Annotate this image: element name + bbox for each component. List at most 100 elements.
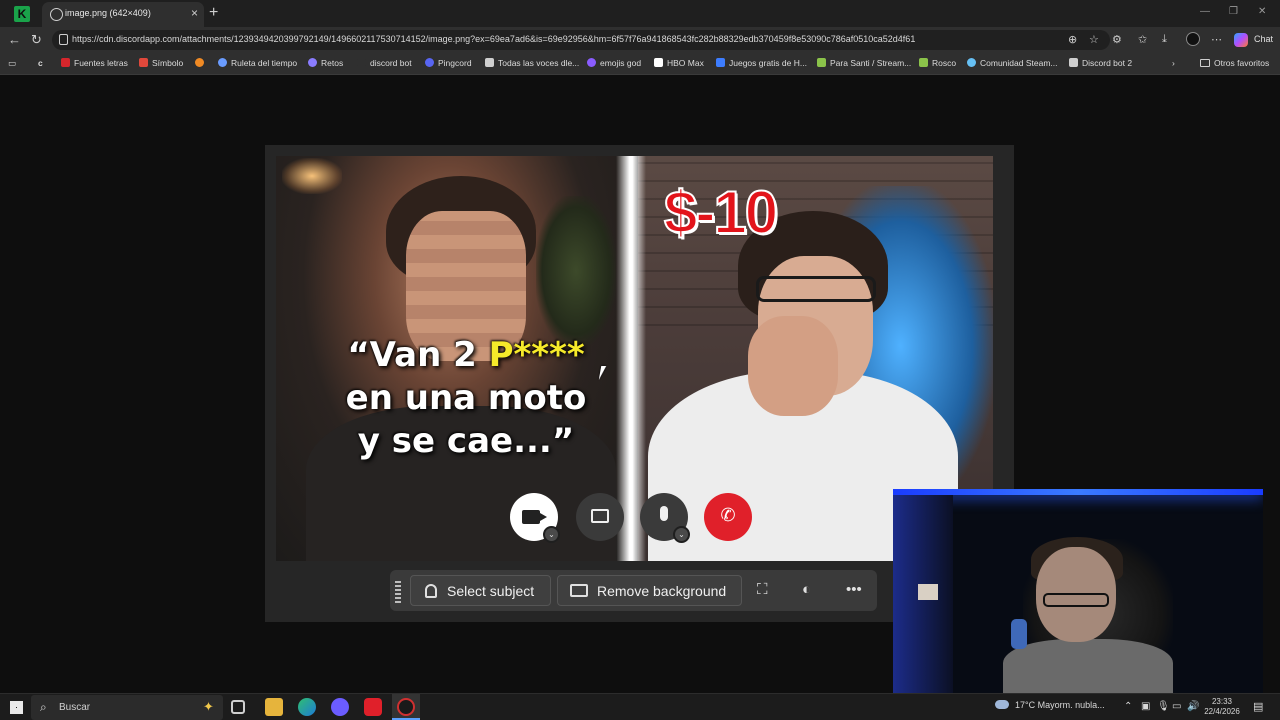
search-placeholder: Buscar xyxy=(59,702,91,713)
bookmark-item[interactable]: Rosco xyxy=(919,58,956,70)
clock-date: 22/4/2026 xyxy=(1204,707,1240,716)
bookmark-item[interactable]: Ruleta del tiempo xyxy=(218,58,297,70)
bookmark-item[interactable]: Pingcord xyxy=(425,58,472,70)
browser-app-icon[interactable]: K xyxy=(14,6,30,22)
bookmark-favicon xyxy=(308,58,317,67)
plant xyxy=(536,196,616,346)
tray-app-icon[interactable]: ▣ xyxy=(1141,701,1150,712)
file-explorer-icon[interactable] xyxy=(265,698,283,716)
remove-background-label: Remove background xyxy=(597,583,727,599)
more-options-button[interactable]: ••• xyxy=(846,581,862,598)
visual-search-icon[interactable]: ⛶ xyxy=(757,581,768,598)
bookmark-favicon xyxy=(139,58,148,67)
bookmark-favicon xyxy=(1069,58,1078,67)
browser-tab[interactable]: image.png (642×409) × xyxy=(42,2,204,27)
site-info-icon[interactable] xyxy=(59,34,68,45)
profile-avatar[interactable] xyxy=(1186,32,1200,46)
other-favorites[interactable]: Otros favoritos xyxy=(1200,58,1269,68)
media-player-icon[interactable] xyxy=(364,698,382,716)
call-controls: ⌄ ⌄ ✆ xyxy=(505,488,757,546)
bookmark-item[interactable]: discord bot xyxy=(357,58,412,70)
bookmark-label: Rosco xyxy=(932,58,957,68)
webcam-overlay xyxy=(893,489,1263,694)
extensions-icon[interactable]: ⚙ xyxy=(1112,33,1122,46)
microphone-icon xyxy=(660,506,668,521)
address-toolbar: ← ↻ https://cdn.discordapp.com/attachmen… xyxy=(0,27,1280,53)
refresh-icon[interactable]: ↻ xyxy=(31,32,42,48)
favorites-icon[interactable]: ✩ xyxy=(1138,33,1147,46)
bookmarks-overflow-icon[interactable]: › xyxy=(1172,58,1175,70)
windows-start-icon[interactable] xyxy=(10,701,23,714)
active-app-button[interactable] xyxy=(392,694,420,720)
camera-button[interactable]: ⌄ xyxy=(510,493,560,543)
edge-icon[interactable] xyxy=(298,698,316,716)
taskbar-search[interactable]: ⌕ Buscar ✦ xyxy=(31,695,223,720)
task-view-icon[interactable] xyxy=(231,700,245,714)
close-tab-icon[interactable]: × xyxy=(191,6,198,20)
system-clock[interactable]: 23:33 22/4/2026 xyxy=(1200,697,1244,717)
bookmark-c-icon[interactable]: c xyxy=(38,58,43,70)
favorite-star-icon[interactable]: ☆ xyxy=(1089,33,1099,46)
quote-line-1-highlight: P**** xyxy=(488,335,585,375)
downloads-icon[interactable]: ⤓ xyxy=(1162,33,1167,46)
video-camera-icon xyxy=(522,510,547,524)
browser-tab-bar: K image.png (642×409) × + — ❐ ✕ xyxy=(0,0,1280,27)
hang-up-button[interactable]: ✆ xyxy=(704,493,752,541)
bookmark-item[interactable] xyxy=(195,58,208,70)
weather-widget[interactable]: 17°C Mayorm. nubla... xyxy=(995,700,1105,710)
bookmark-favicon xyxy=(654,58,663,67)
close-window-icon[interactable]: ✕ xyxy=(1258,6,1266,17)
new-tab-button[interactable]: + xyxy=(209,4,218,22)
bookmark-item[interactable]: HBO Max xyxy=(654,58,704,70)
quote-line-2: en una moto xyxy=(345,378,587,418)
microphone-tray-icon[interactable]: 🎙 xyxy=(1157,701,1170,712)
bookmark-menu-icon[interactable]: ▭ xyxy=(8,58,16,70)
back-icon[interactable]: ← xyxy=(8,32,21,47)
select-subject-button[interactable]: Select subject xyxy=(410,575,551,606)
screen-share-button[interactable] xyxy=(576,493,624,541)
bookmark-favicon xyxy=(485,58,494,67)
remove-background-button[interactable]: Remove background xyxy=(557,575,742,606)
zoom-icon[interactable]: ⊕ xyxy=(1068,33,1077,46)
chat-label: Chat xyxy=(1254,34,1274,44)
bookmark-item[interactable]: Discord bot 2 xyxy=(1069,58,1132,70)
tray-overflow-icon[interactable]: ⌃ xyxy=(1124,701,1132,712)
person-body xyxy=(1003,639,1173,694)
bookmark-item[interactable]: emojis god xyxy=(587,58,641,70)
bookmark-item[interactable]: Símbolo xyxy=(139,58,183,70)
maximize-icon[interactable]: ❐ xyxy=(1229,6,1238,17)
markup-icon[interactable]: ◐ xyxy=(802,581,811,598)
bookmark-favicon xyxy=(218,58,227,67)
other-favorites-label: Otros favoritos xyxy=(1214,58,1270,68)
more-options-icon[interactable]: ⋯ xyxy=(1211,33,1222,46)
clock-time: 23:33 xyxy=(1211,697,1233,706)
address-bar[interactable]: https://cdn.discordapp.com/attachments/1… xyxy=(52,30,1110,50)
bookmark-favicon xyxy=(357,58,366,67)
url-text[interactable]: https://cdn.discordapp.com/attachments/1… xyxy=(72,34,1072,44)
cloud-icon xyxy=(995,700,1009,709)
hand xyxy=(748,316,838,416)
notifications-icon[interactable]: ▤ xyxy=(1253,700,1263,713)
mic-options-chevron-icon[interactable]: ⌄ xyxy=(673,526,690,543)
bookmark-label: HBO Max xyxy=(667,58,704,68)
volume-icon[interactable]: 🔊 xyxy=(1187,701,1199,712)
bookmark-item[interactable]: Fuentes letras xyxy=(61,58,128,70)
bookmark-item[interactable]: Juegos gratis de H... xyxy=(716,58,807,70)
wall-poster xyxy=(918,584,938,600)
bookmark-favicon xyxy=(61,58,70,67)
microphone-button[interactable]: ⌄ xyxy=(640,493,690,543)
network-icon[interactable]: ▭ xyxy=(1172,701,1181,712)
bookmark-favicon xyxy=(967,58,976,67)
toolbar-drag-handle[interactable] xyxy=(395,579,401,603)
bookmark-item[interactable]: Todas las voces dle... xyxy=(485,58,579,70)
bookmark-label: Símbolo xyxy=(152,58,184,68)
bookmark-item[interactable]: Retos xyxy=(308,58,343,70)
minimize-icon[interactable]: — xyxy=(1200,6,1210,17)
bookmark-label: Para Santi / Stream... xyxy=(830,58,912,68)
bookmark-item[interactable]: Comunidad Steam... xyxy=(967,58,1057,70)
globe-icon xyxy=(50,8,63,21)
bookmark-item[interactable]: Para Santi / Stream... xyxy=(817,58,911,70)
bookmark-favicon xyxy=(716,58,725,67)
discord-icon[interactable] xyxy=(331,698,349,716)
camera-options-chevron-icon[interactable]: ⌄ xyxy=(543,526,560,543)
